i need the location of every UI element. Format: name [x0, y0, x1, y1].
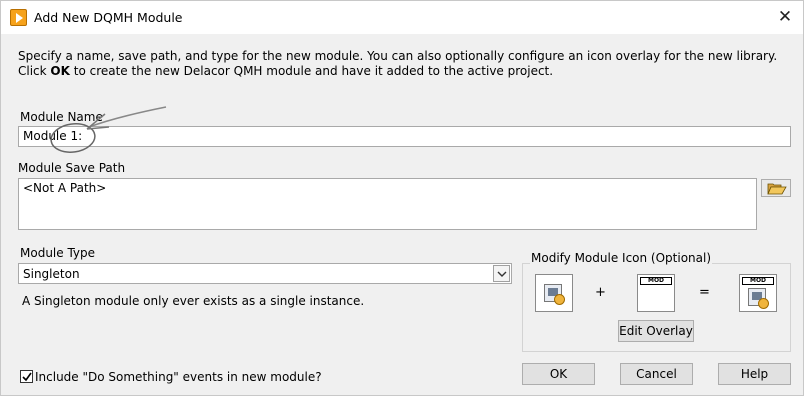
dropdown-arrow-button[interactable]	[493, 265, 510, 282]
checkmark-icon	[22, 372, 32, 382]
chevron-down-icon	[497, 271, 507, 277]
modify-icon-group-title: Modify Module Icon (Optional)	[530, 251, 713, 265]
folder-open-icon	[767, 183, 787, 195]
result-icon-box[interactable]: MOD	[739, 274, 777, 312]
plus-sign: +	[595, 285, 606, 300]
browse-folder-button[interactable]	[761, 179, 791, 197]
ok-button[interactable]: OK	[522, 363, 595, 385]
module-type-value: Singleton	[23, 267, 80, 281]
module-type-label: Module Type	[20, 246, 96, 260]
description-text: Specify a name, save path, and type for …	[18, 49, 793, 79]
result-mod-tag: MOD	[742, 277, 774, 285]
edit-overlay-button[interactable]: Edit Overlay	[618, 320, 694, 342]
cancel-button[interactable]: Cancel	[620, 363, 693, 385]
description-bold-ok: OK	[50, 64, 70, 78]
dialog-window: Add New DQMH Module ✕ Specify a name, sa…	[0, 0, 804, 396]
close-button[interactable]: ✕	[767, 1, 803, 34]
overlay-icon-box[interactable]: MOD	[637, 274, 675, 312]
labview-app-icon	[10, 9, 27, 26]
module-type-help-text: A Singleton module only ever exists as a…	[22, 294, 365, 308]
overlay-mod-tag: MOD	[640, 277, 672, 285]
current-icon-box[interactable]	[535, 274, 573, 312]
description-part-2: to create the new Delacor QMH module and…	[69, 64, 554, 78]
result-library-icon	[748, 288, 769, 309]
module-name-input[interactable]: Module 1:	[18, 126, 791, 147]
module-name-label: Module Name	[20, 110, 103, 124]
include-events-label[interactable]: Include "Do Something" events in new mod…	[35, 370, 322, 384]
save-path-label: Module Save Path	[18, 161, 126, 175]
window-title: Add New DQMH Module	[34, 10, 183, 25]
include-events-checkbox[interactable]	[20, 370, 33, 383]
title-bar[interactable]: Add New DQMH Module ✕	[1, 1, 803, 34]
save-path-field[interactable]: <Not A Path>	[18, 178, 757, 230]
library-icon	[544, 284, 565, 305]
help-button[interactable]: Help	[718, 363, 791, 385]
equals-sign: =	[699, 285, 710, 300]
module-type-select[interactable]: Singleton	[18, 263, 512, 284]
